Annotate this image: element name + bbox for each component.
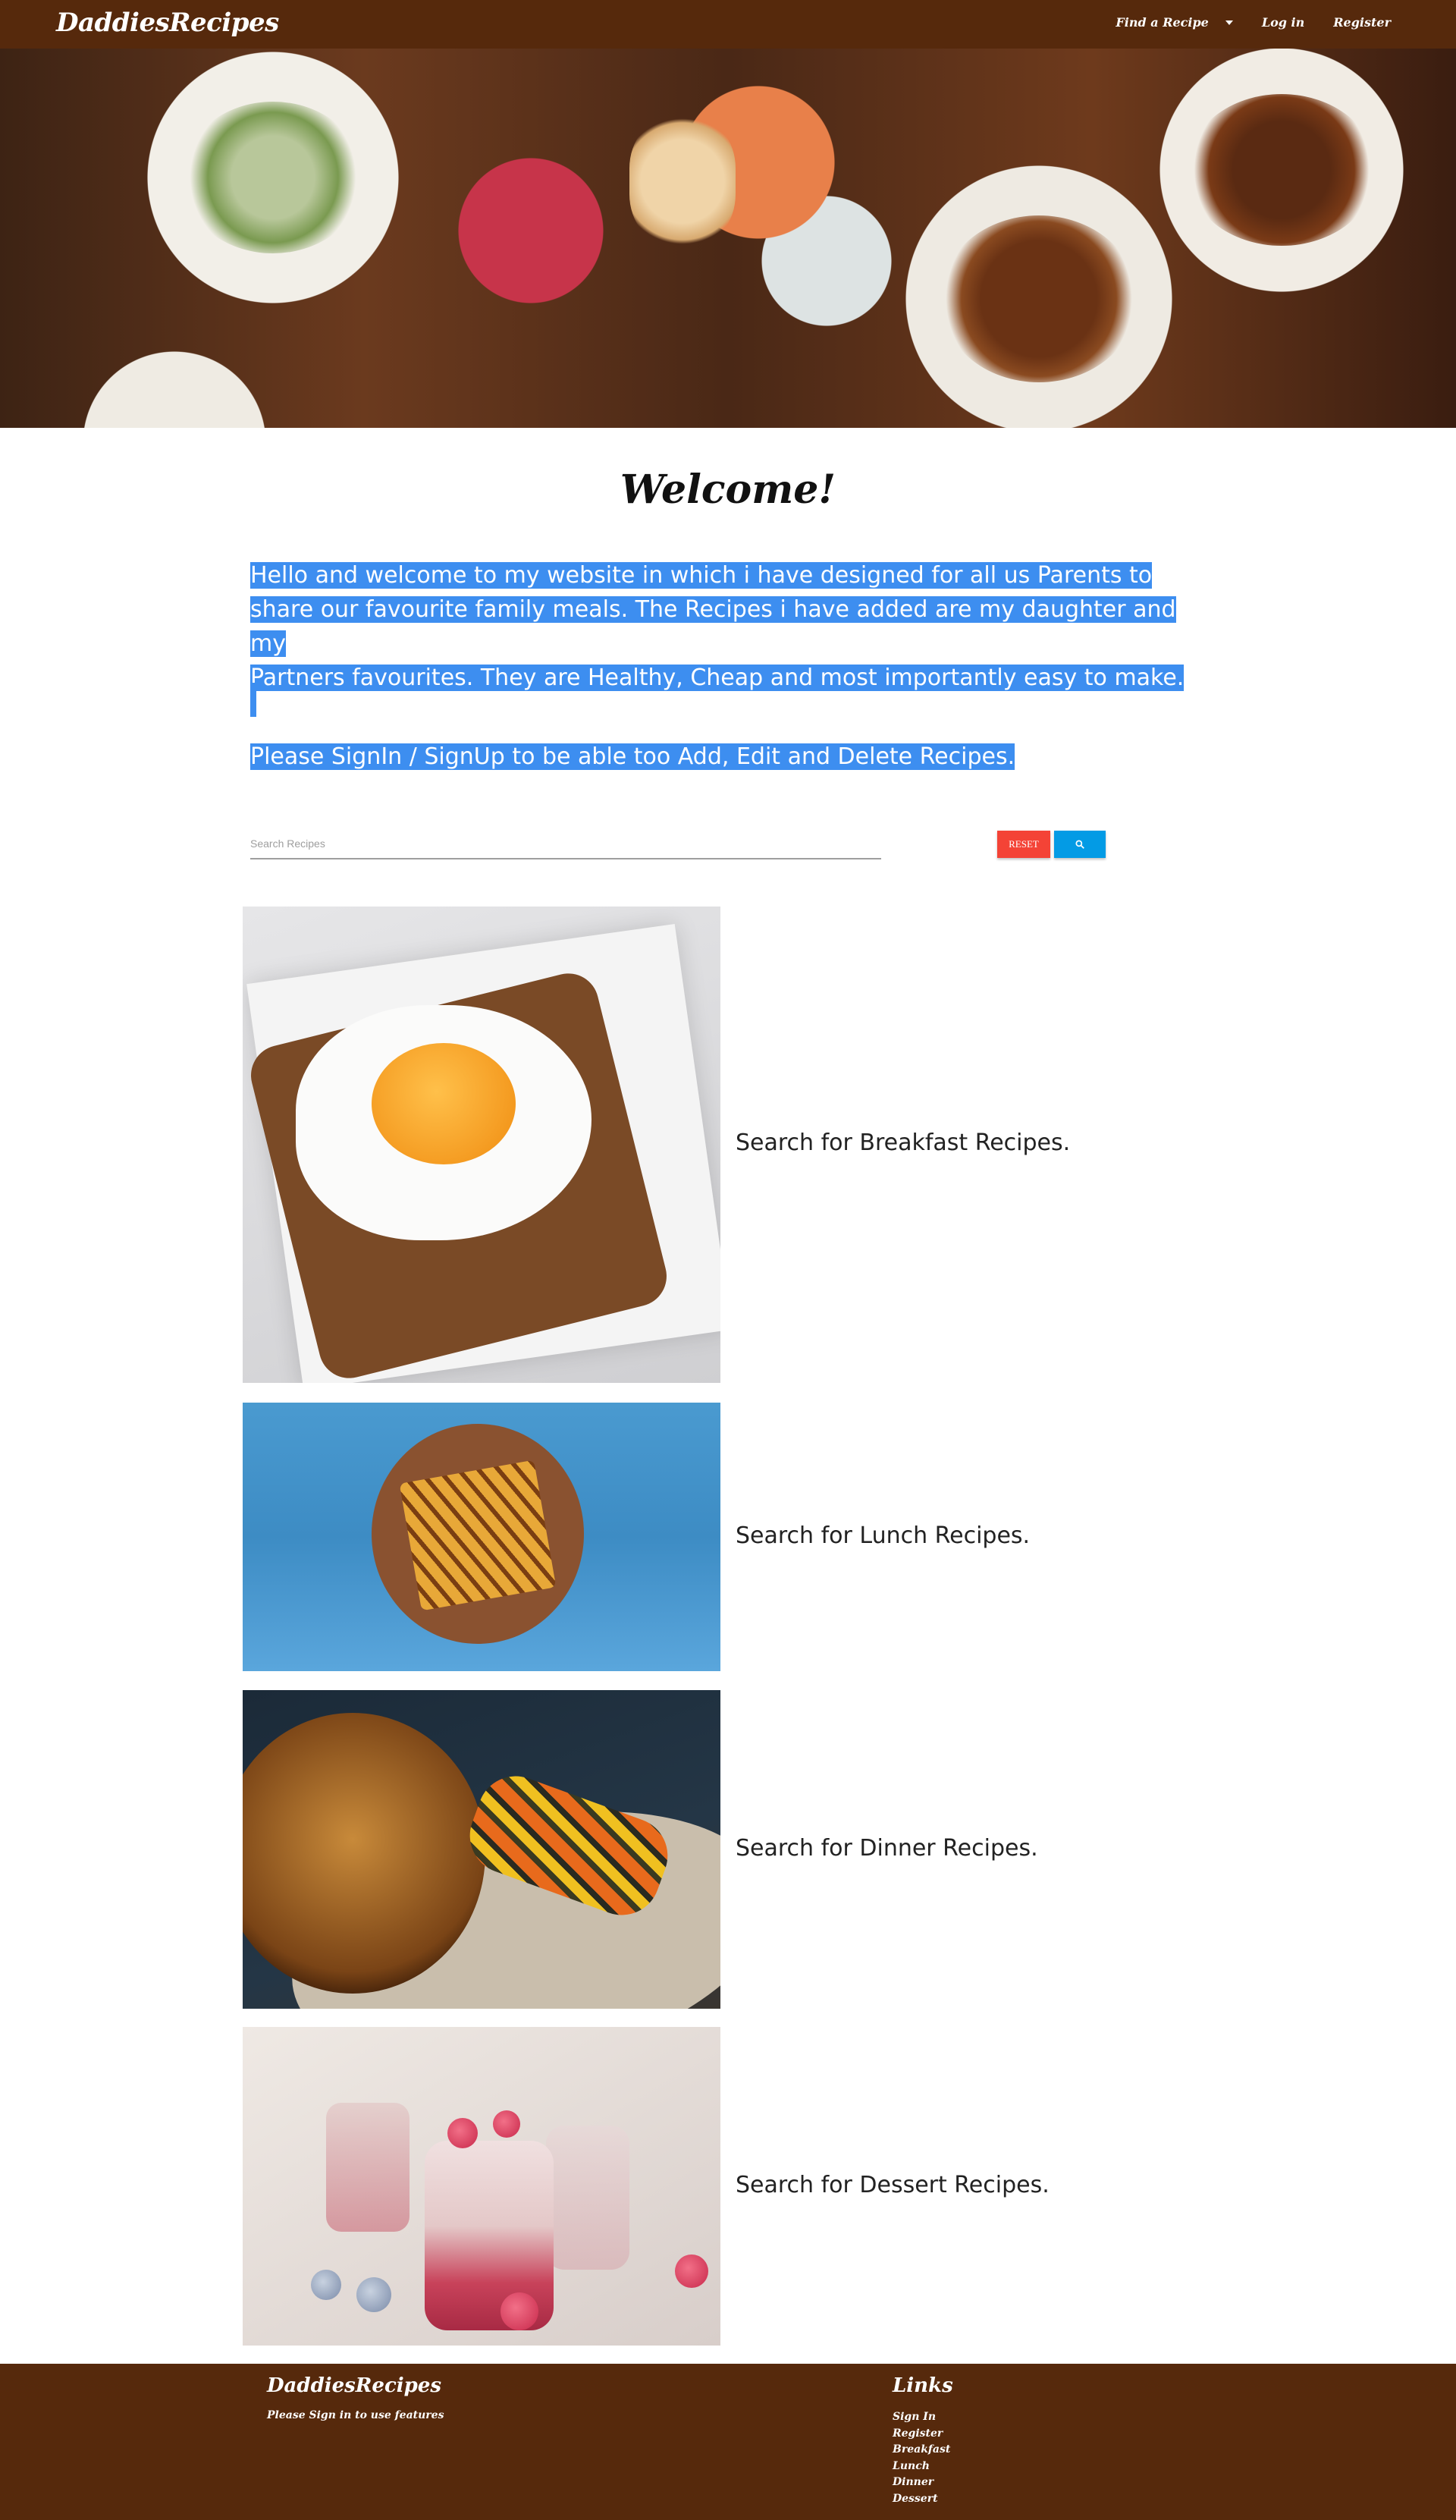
find-recipe-label: Find a Recipe	[1116, 15, 1209, 30]
hero-dish	[940, 215, 1138, 382]
brand-logo[interactable]: DaddiesRecipes	[56, 8, 279, 38]
login-link[interactable]: Log in	[1262, 15, 1304, 30]
footer-links-title: Links	[893, 2374, 953, 2397]
footer: DaddiesRecipes Please Sign in to use fea…	[0, 2364, 1456, 2520]
footer-link-dessert[interactable]: Dessert	[893, 2491, 950, 2508]
navbar: DaddiesRecipes Find a Recipe Log in Regi…	[0, 0, 1456, 49]
hero-dish	[629, 117, 736, 246]
dinner-image[interactable]	[243, 1690, 720, 2009]
intro-line: Partners favourites. They are Healthy, C…	[250, 665, 1185, 691]
hero-banner-image	[0, 49, 1456, 428]
intro-line: Hello and welcome to my website in which…	[250, 562, 1153, 589]
breakfast-image[interactable]	[243, 907, 720, 1383]
category-link-dinner[interactable]: Search for Dinner Recipes.	[736, 1835, 1038, 1862]
search-input[interactable]	[250, 829, 881, 859]
hero-dish	[182, 102, 364, 253]
intro-line: share our favourite family meals. The Re…	[250, 596, 1176, 657]
hero-dish	[1187, 94, 1376, 246]
footer-link-sign-in[interactable]: Sign In	[893, 2409, 950, 2426]
page-title: Welcome!	[620, 467, 836, 513]
chevron-down-icon	[1225, 20, 1233, 25]
dessert-image[interactable]	[243, 2027, 720, 2346]
footer-link-breakfast[interactable]: Breakfast	[893, 2442, 950, 2459]
register-link[interactable]: Register	[1333, 15, 1391, 30]
footer-links: Sign In Register Breakfast Lunch Dinner …	[893, 2409, 950, 2507]
signin-note-text: Please SignIn / SignUp to be able too Ad…	[250, 743, 1015, 770]
reset-button[interactable]: RESET	[997, 831, 1050, 858]
footer-link-register[interactable]: Register	[893, 2426, 950, 2443]
signin-note: Please SignIn / SignUp to be able too Ad…	[250, 740, 1213, 774]
category-link-dessert[interactable]: Search for Dessert Recipes.	[736, 2172, 1050, 2198]
footer-link-lunch[interactable]: Lunch	[893, 2459, 950, 2475]
search-icon	[1075, 840, 1084, 849]
nav-links: Find a Recipe Log in Register	[1087, 15, 1391, 30]
category-link-breakfast[interactable]: Search for Breakfast Recipes.	[736, 1130, 1070, 1156]
footer-brand: DaddiesRecipes	[267, 2374, 442, 2397]
footer-note: Please Sign in to use features	[267, 2409, 444, 2421]
lunch-image[interactable]	[243, 1403, 720, 1671]
find-recipe-dropdown[interactable]: Find a Recipe	[1116, 15, 1233, 30]
search-button[interactable]	[1054, 831, 1106, 858]
category-link-lunch[interactable]: Search for Lunch Recipes.	[736, 1522, 1030, 1549]
footer-link-dinner[interactable]: Dinner	[893, 2474, 950, 2491]
intro-text: Hello and welcome to my website in which…	[250, 558, 1213, 695]
selection-marker	[250, 683, 256, 717]
